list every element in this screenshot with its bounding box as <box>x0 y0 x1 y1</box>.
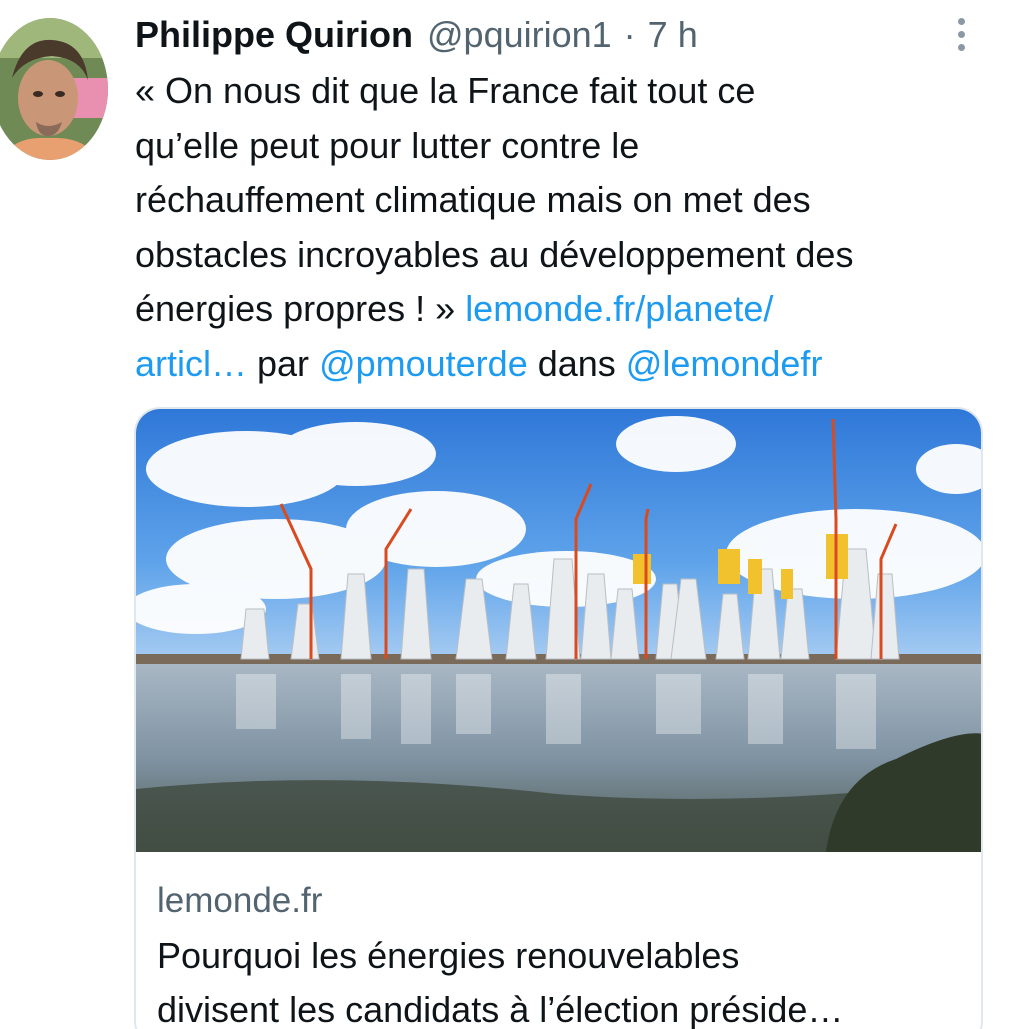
article-link[interactable]: lemonde.fr/planete/ <box>465 288 773 329</box>
tweet-text-line: articl… par @pmouterde dans @lemondefr <box>135 337 995 392</box>
tweet-text-line: obstacles incroyables au développement d… <box>135 233 854 275</box>
avatar-photo <box>0 18 108 160</box>
tweet-text-fragment: énergies propres ! » <box>135 288 466 329</box>
author-handle[interactable]: @pquirion1 <box>427 14 612 56</box>
mention-outlet[interactable]: @lemondefr <box>626 343 823 384</box>
tweet-text-fragment: dans <box>527 342 626 384</box>
article-link-continued[interactable]: articl… <box>135 343 247 384</box>
mention-author[interactable]: @pmouterde <box>319 343 528 384</box>
tweet-text-line: « On nous dit que la France fait tout ce <box>135 70 756 111</box>
separator-dot: · <box>623 14 636 55</box>
card-domain: lemonde.fr <box>157 881 323 920</box>
tweet-text: « On nous dit que la France fait tout ce… <box>135 64 995 391</box>
card-image <box>136 409 981 852</box>
avatar[interactable] <box>0 18 108 160</box>
tweet-text-fragment: par <box>247 342 320 384</box>
author-name[interactable]: Philippe Quirion <box>135 14 413 56</box>
link-preview-card[interactable]: lemonde.fr Pourquoi les énergies renouve… <box>134 407 983 1029</box>
card-title-line: Pourquoi les énergies renouvelables <box>157 935 740 976</box>
tweet-header: Philippe Quirion @pquirion1 · 7 h <box>135 14 698 60</box>
card-title-line: divisent les candidats à l’élection prés… <box>157 989 844 1029</box>
tweet-text-line: réchauffement climatique mais on met des <box>135 179 811 220</box>
tweet-time[interactable]: 7 h <box>648 14 698 56</box>
tweet-text-line: qu’elle peut pour lutter contre le <box>135 124 640 166</box>
card-title: Pourquoi les énergies renouvelables divi… <box>157 929 977 1029</box>
tweet-text-line: énergies propres ! » lemonde.fr/planete/ <box>135 282 995 337</box>
more-vertical-icon[interactable] <box>950 14 972 54</box>
